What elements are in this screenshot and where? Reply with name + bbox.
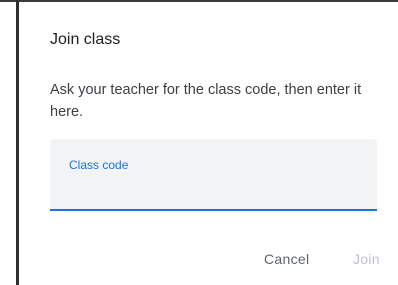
class-code-label: Class code	[69, 158, 129, 172]
class-code-input[interactable]	[69, 177, 359, 199]
dialog-description: Ask your teacher for the class code, the…	[50, 82, 362, 120]
class-code-underline	[50, 209, 377, 211]
join-class-dialog: Join class Ask your teacher for the clas…	[19, 2, 398, 285]
join-button[interactable]: Join	[353, 251, 380, 267]
screenshot-frame: Join class Ask your teacher for the clas…	[0, 0, 398, 285]
dialog-title: Join class	[50, 31, 121, 48]
class-code-field[interactable]: Class code	[50, 139, 377, 211]
cancel-button[interactable]: Cancel	[264, 251, 309, 267]
